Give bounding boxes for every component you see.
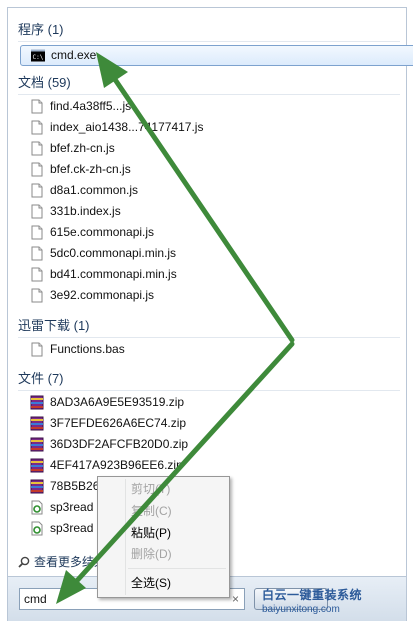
result-label: bfef.ck-zh-cn.js bbox=[50, 162, 131, 176]
result-item[interactable]: 3e92.commonapi.js bbox=[18, 285, 400, 306]
result-item[interactable]: Functions.bas bbox=[18, 339, 400, 360]
document-icon bbox=[31, 225, 43, 240]
context-menu: 剪切(T) 复制(C) 粘贴(P) 删除(D) 全选(S) bbox=[97, 476, 230, 598]
section-thunder-downloads: 迅雷下载 (1) Functions.bas bbox=[18, 315, 400, 360]
result-item[interactable]: 615e.commonapi.js bbox=[18, 222, 400, 243]
menu-separator bbox=[128, 568, 226, 569]
document-icon bbox=[31, 288, 43, 303]
document-icon bbox=[31, 342, 43, 357]
result-label: 331b.index.js bbox=[50, 204, 121, 218]
result-item[interactable]: d8a1.common.js bbox=[18, 180, 400, 201]
search-input-value: cmd bbox=[24, 592, 47, 606]
result-label: 615e.commonapi.js bbox=[50, 225, 155, 239]
archive-icon bbox=[30, 416, 44, 431]
result-label: bfef.zh-cn.js bbox=[50, 141, 115, 155]
menu-item-delete[interactable]: 删除(D) bbox=[131, 544, 172, 564]
document-icon bbox=[31, 120, 43, 135]
menu-item-cut[interactable]: 剪切(T) bbox=[131, 479, 170, 499]
result-label: 78B5B26 bbox=[50, 479, 100, 493]
result-item[interactable]: bfef.ck-zh-cn.js bbox=[18, 159, 400, 180]
search-icon bbox=[18, 556, 30, 568]
result-label: index_aio1438...74177417.js bbox=[50, 120, 204, 134]
result-label: sp3read bbox=[50, 500, 94, 514]
section-documents: 文档 (59) find.4a38ff5...js index_aio1438..… bbox=[18, 72, 400, 306]
watermark: 白云一键重装系统 baiyunxitong.com bbox=[262, 586, 410, 615]
menu-item-copy[interactable]: 复制(C) bbox=[131, 501, 172, 521]
section-programs: 程序 (1) C:\ cmd.exe bbox=[18, 19, 413, 66]
document-icon bbox=[31, 246, 43, 261]
archive-icon bbox=[30, 479, 44, 494]
result-label: 36D3DF2AFCFB20D0.zip bbox=[50, 437, 189, 451]
result-label: bd41.commonapi.min.js bbox=[50, 267, 177, 281]
result-item[interactable]: 331b.index.js bbox=[18, 201, 400, 222]
result-item[interactable]: 4EF417A923B96EE6.zip bbox=[18, 455, 400, 476]
archive-icon bbox=[30, 437, 44, 452]
menu-item-select-all[interactable]: 全选(S) bbox=[131, 573, 171, 593]
result-item[interactable]: index_aio1438...74177417.js bbox=[18, 117, 400, 138]
section-header-documents: 文档 (59) bbox=[18, 72, 400, 95]
script-icon bbox=[31, 500, 43, 515]
result-label: 5dc0.commonapi.min.js bbox=[50, 246, 177, 260]
menu-item-paste[interactable]: 粘贴(P) bbox=[131, 523, 171, 543]
result-cmd-exe[interactable]: C:\ cmd.exe bbox=[20, 45, 413, 66]
result-label: sp3read bbox=[50, 521, 94, 535]
result-item[interactable]: bd41.commonapi.min.js bbox=[18, 264, 400, 285]
section-header-programs: 程序 (1) bbox=[18, 19, 400, 42]
document-icon bbox=[31, 183, 43, 198]
clear-search-icon[interactable]: × bbox=[232, 589, 239, 609]
see-more-label: 查看更多结果 bbox=[34, 555, 107, 569]
section-header-thunder: 迅雷下载 (1) bbox=[18, 315, 400, 338]
result-item[interactable]: 5dc0.commonapi.min.js bbox=[18, 243, 400, 264]
archive-icon bbox=[30, 458, 44, 473]
result-item[interactable]: 36D3DF2AFCFB20D0.zip bbox=[18, 434, 400, 455]
section-header-files: 文件 (7) bbox=[18, 368, 400, 391]
document-icon bbox=[31, 99, 43, 114]
result-label: 3F7EFDE626A6EC74.zip bbox=[50, 416, 187, 430]
result-label: d8a1.common.js bbox=[50, 183, 139, 197]
result-label: 8AD3A6A9E5E93519.zip bbox=[50, 395, 185, 409]
result-item[interactable]: find.4a38ff5...js bbox=[18, 96, 400, 117]
result-item[interactable]: 3F7EFDE626A6EC74.zip bbox=[18, 413, 400, 434]
document-icon bbox=[31, 267, 43, 282]
result-label: 4EF417A923B96EE6.zip bbox=[50, 458, 183, 472]
watermark-url: baiyunxitong.com bbox=[262, 604, 340, 615]
result-label: 3e92.commonapi.js bbox=[50, 288, 155, 302]
see-more-results-link[interactable]: 查看更多结果 bbox=[16, 552, 106, 572]
document-icon bbox=[31, 204, 43, 219]
result-item[interactable]: bfef.zh-cn.js bbox=[18, 138, 400, 159]
document-icon bbox=[31, 141, 43, 156]
cmd-icon: C:\ bbox=[31, 49, 45, 62]
result-label: find.4a38ff5...js bbox=[50, 99, 132, 113]
result-label: Functions.bas bbox=[50, 342, 125, 356]
result-item[interactable]: 8AD3A6A9E5E93519.zip bbox=[18, 392, 400, 413]
script-icon bbox=[31, 521, 43, 536]
watermark-brand: 白云一键重装系统 bbox=[262, 588, 363, 602]
archive-icon bbox=[30, 395, 44, 410]
context-menu-gutter bbox=[125, 479, 126, 595]
svg-text:C:\: C:\ bbox=[33, 54, 44, 61]
result-label: cmd.exe bbox=[51, 48, 97, 62]
document-icon bbox=[31, 162, 43, 177]
